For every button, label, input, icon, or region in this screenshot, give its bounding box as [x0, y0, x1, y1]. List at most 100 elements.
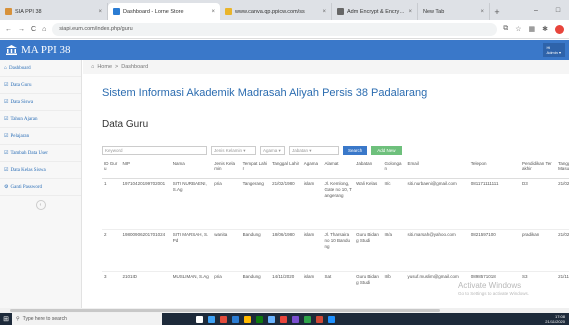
sidebar: ⌂ Dashboard ☑ Data Guru ☑ Data Siswa ☑ T…: [0, 60, 82, 308]
taskbar-app-icon[interactable]: [292, 315, 299, 323]
dashboard-icon: ⌂: [4, 65, 8, 71]
taskbar-app-icon[interactable]: [208, 315, 215, 323]
url-input[interactable]: siapi.eum.com/index.php/guru: [52, 22, 498, 36]
taskbar-app-icon[interactable]: [256, 315, 263, 323]
close-tab-icon[interactable]: ×: [322, 9, 326, 15]
jenis-kelamin-select[interactable]: Jenis Kelamin ▾: [211, 146, 256, 155]
browser-tab[interactable]: New Tab ×: [418, 3, 490, 20]
taskbar-app-icon[interactable]: [232, 315, 239, 323]
column-header[interactable]: Alamat: [322, 159, 355, 179]
sidebar-item-ganti-password[interactable]: ⚙ Ganti Password: [0, 179, 81, 196]
column-header[interactable]: Nama: [170, 159, 213, 179]
maximize-icon[interactable]: □: [547, 7, 569, 14]
taskbar-app-icon[interactable]: [268, 315, 275, 323]
reload-icon[interactable]: C: [31, 26, 36, 33]
back-icon[interactable]: ←: [5, 26, 12, 33]
search-button[interactable]: Search: [343, 146, 368, 155]
table-cell: siti.nurbaeni@gmail.com: [405, 178, 469, 230]
tab-title: New Tab: [423, 8, 445, 15]
close-tab-icon[interactable]: ×: [480, 9, 484, 15]
browser-tab[interactable]: www.canva.qp.ppicw.com/ss ×: [220, 3, 332, 20]
table-cell: Jl. Kemlong, Gate no 10, Tangerang: [322, 178, 355, 230]
add-new-button[interactable]: Add New: [371, 146, 402, 155]
table-cell: 21/11/: [556, 271, 569, 310]
column-header[interactable]: Pendidikan Terakhir: [520, 159, 557, 179]
table-cell: III/a: [382, 229, 406, 272]
url-text: siapi.eum.com/index.php/guru: [59, 26, 133, 32]
home-icon[interactable]: ⌂: [42, 26, 46, 33]
close-tab-icon[interactable]: ×: [98, 9, 102, 15]
table-cell: 081171111111: [468, 178, 521, 230]
column-header[interactable]: ID Guru: [102, 159, 121, 179]
address-bar: ← → C ⌂ siapi.eum.com/index.php/guru ⧉ ☆…: [0, 20, 569, 39]
puzzle-icon[interactable]: ✱: [542, 25, 548, 33]
sidebar-item-label: Data Kelas Siswa: [10, 167, 46, 173]
main-content: ⌂ Home > Dashboard Sistem Informasi Akad…: [83, 60, 569, 310]
sidebar-item-pelajaran[interactable]: ☑ Pelajaran: [0, 128, 81, 145]
brand-title: MA PPI 38: [21, 44, 71, 56]
column-header[interactable]: Tanggal Masuk: [556, 159, 569, 179]
column-header[interactable]: Tempat Lahir: [240, 159, 271, 179]
taskbar-app-icon[interactable]: [220, 315, 227, 323]
home-icon: ⌂: [91, 64, 95, 70]
system-tray-clock[interactable]: 17:08 21/11/2020: [545, 314, 565, 324]
sidebar-collapse-button[interactable]: ‹: [35, 200, 46, 210]
profile-avatar-icon[interactable]: [555, 24, 564, 34]
sidebar-item-dashboard[interactable]: ⌂ Dashboard: [0, 60, 81, 77]
table-cell: islam: [301, 229, 323, 272]
browser-tab-active[interactable]: Dashboard - Lorne Store ×: [108, 3, 220, 20]
close-tab-icon[interactable]: ×: [211, 9, 215, 15]
table-cell: II/c: [382, 178, 406, 230]
taskbar-app-icon[interactable]: [280, 315, 287, 323]
column-header[interactable]: Telepon: [468, 159, 521, 179]
table-cell: siti.marsah@yahoo.com: [405, 229, 469, 272]
table-cell: Tangerang: [240, 178, 271, 230]
column-header[interactable]: NIP: [120, 159, 171, 179]
scrollbar-thumb[interactable]: [10, 309, 440, 312]
close-tab-icon[interactable]: ×: [408, 9, 412, 15]
sidebar-item-data-siswa[interactable]: ☑ Data Siswa: [0, 94, 81, 111]
sidebar-item-data-guru[interactable]: ☑ Data Guru: [0, 77, 81, 94]
column-header[interactable]: Agama: [301, 159, 323, 179]
taskbar-app-icon[interactable]: [244, 315, 251, 323]
column-header[interactable]: Jenis Kelamin: [212, 159, 241, 179]
column-header[interactable]: Email: [405, 159, 469, 179]
jabatan-select[interactable]: Jabatan ▾: [289, 146, 339, 155]
column-header[interactable]: Tanggal Lahir: [270, 159, 302, 179]
table-cell: Bandung: [240, 271, 271, 310]
column-header[interactable]: Jabatan: [354, 159, 383, 179]
taskbar-app-icons: [196, 315, 335, 323]
browser-tabstrip: SIA PPI 38 × Dashboard - Lorne Store × w…: [0, 0, 569, 20]
translate-icon[interactable]: ⧉: [503, 25, 508, 33]
table-cell: pria: [212, 178, 241, 230]
agama-select[interactable]: Agama ▾: [260, 146, 285, 155]
extension-icon[interactable]: ▦: [529, 25, 536, 33]
keyword-input[interactable]: Keyword: [102, 146, 207, 155]
table-cell: 21/02/1980: [270, 178, 302, 230]
forward-icon[interactable]: →: [18, 26, 25, 33]
breadcrumb-home[interactable]: Home: [97, 64, 112, 70]
user-menu-button[interactable]: Hi Admin ▾: [542, 43, 565, 57]
browser-tab[interactable]: SIA PPI 38 ×: [0, 3, 108, 20]
star-icon[interactable]: ☆: [515, 25, 521, 33]
taskbar-app-icon[interactable]: [196, 315, 203, 323]
new-tab-button[interactable]: +: [490, 3, 504, 20]
windows-start-icon[interactable]: ⊞: [0, 313, 12, 325]
sidebar-item-tambah-data-user[interactable]: ☑ Tambah Data User: [0, 145, 81, 162]
table-cell: Guru Bidang Studi: [354, 271, 383, 310]
tab-favicon-icon: [5, 8, 12, 15]
window-controls: – □: [525, 0, 569, 20]
sidebar-item-tahun-ajaran[interactable]: ☑ Tahun Ajaran: [0, 111, 81, 128]
minimize-icon[interactable]: –: [525, 7, 547, 14]
taskbar-app-icon[interactable]: [328, 315, 335, 323]
sidebar-item-data-kelas-siswa[interactable]: ☑ Data Kelas Siswa: [0, 162, 81, 179]
taskbar-app-icon[interactable]: [304, 315, 311, 323]
taskbar-app-icon[interactable]: [316, 315, 323, 323]
table-row[interactable]: 1 19710420199702001 SITI NURBAENI, S.Ag …: [102, 178, 569, 230]
taskbar-search-input[interactable]: ⚲ Type here to search: [12, 313, 162, 325]
brand[interactable]: MA PPI 38: [0, 44, 71, 56]
column-header[interactable]: Golongan: [382, 159, 406, 179]
table-cell: islam: [301, 271, 323, 310]
browser-tab[interactable]: Adm Encrypt & Encrypt - Mon ×: [332, 3, 418, 20]
table-row[interactable]: 2 19800906201701024 SITI MARSAH, S.Pd wa…: [102, 229, 569, 272]
